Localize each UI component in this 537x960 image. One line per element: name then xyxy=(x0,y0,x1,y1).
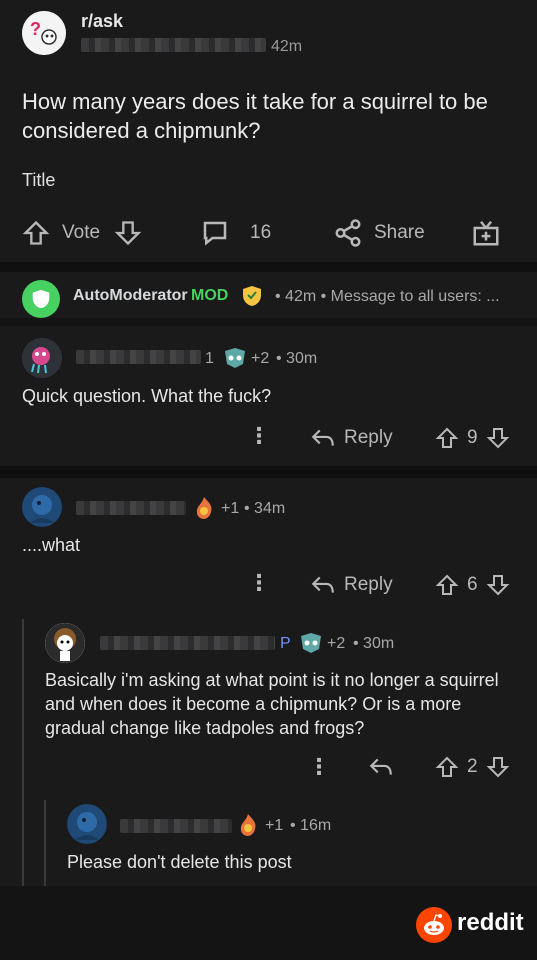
comment-text: Please don't delete this post xyxy=(67,852,292,872)
svg-text:?: ? xyxy=(30,19,41,39)
comment-bubble-icon xyxy=(203,221,227,246)
automod-username[interactable]: AutoModerator xyxy=(73,287,188,305)
upvote-button[interactable] xyxy=(22,213,50,253)
reddit-wordmark: reddit xyxy=(457,909,524,936)
automod-meta: • 42m • Message to all users: ... xyxy=(275,288,500,305)
reply-button[interactable] xyxy=(368,752,394,782)
comment-score: 2 xyxy=(467,756,478,777)
comments-button[interactable] xyxy=(200,213,230,253)
share-label: Share xyxy=(374,222,425,243)
comment-karma: +2 xyxy=(251,350,270,367)
comment-text: ....what xyxy=(22,535,81,555)
redacted-username xyxy=(76,501,186,515)
redacted-username xyxy=(100,636,275,650)
reply-label: Reply xyxy=(344,574,393,595)
reply-button[interactable]: Reply xyxy=(310,570,393,600)
post-card: ? r/ask 42m How many years does it take … xyxy=(0,0,537,262)
thread-line[interactable] xyxy=(44,800,46,886)
downvote-arrow-icon[interactable] xyxy=(486,755,510,779)
comment-score: 6 xyxy=(467,574,478,595)
reply-label: Reply xyxy=(344,427,393,448)
reply-arrow-icon xyxy=(311,576,334,593)
upvote-arrow-icon[interactable] xyxy=(435,573,459,597)
commenter-avatar[interactable] xyxy=(22,487,62,527)
award-badge-icon xyxy=(298,631,324,660)
redacted-username xyxy=(81,38,266,52)
comment-score: 9 xyxy=(467,427,478,448)
upvote-arrow-icon xyxy=(22,220,50,245)
reply-button[interactable]: Reply xyxy=(310,423,393,453)
comment-time: • 16m xyxy=(290,817,332,834)
comments-area: 1 +2 • 30m Quick question. What the fuck… xyxy=(0,326,537,886)
comment-vote-controls: 9 xyxy=(435,423,510,453)
upvote-arrow-icon[interactable] xyxy=(435,755,459,779)
reply-arrow-icon xyxy=(369,758,392,775)
user-flair: 1 xyxy=(205,350,214,367)
post-title[interactable]: How many years does it take for a squirr… xyxy=(22,87,517,145)
reddit-logo-icon xyxy=(416,907,452,943)
commenter-avatar[interactable] xyxy=(22,338,62,378)
section-divider xyxy=(0,262,537,272)
downvote-arrow-icon[interactable] xyxy=(486,573,510,597)
comment-time: • 34m xyxy=(244,500,286,517)
shield-icon xyxy=(22,280,60,318)
subreddit-avatar[interactable]: ? xyxy=(22,11,66,55)
share-icon xyxy=(335,219,361,247)
comment-karma: +1 xyxy=(265,817,284,834)
user-flair: P xyxy=(280,635,291,652)
reply-arrow-icon xyxy=(311,429,334,446)
redacted-username xyxy=(76,350,201,364)
award-badge-icon xyxy=(222,346,248,375)
commenter-avatar[interactable] xyxy=(45,623,85,663)
comment-count: 16 xyxy=(250,222,272,243)
mod-tag: MOD xyxy=(191,287,229,304)
upvote-arrow-icon[interactable] xyxy=(435,426,459,450)
downvote-button[interactable] xyxy=(114,213,142,253)
gift-icon xyxy=(473,220,499,246)
award-button[interactable] xyxy=(471,213,501,253)
subreddit-name[interactable]: r/ask xyxy=(81,11,123,32)
automod-comment-collapsed[interactable]: AutoModerator MOD • 42m • Message to all… xyxy=(0,272,537,318)
comment-separator xyxy=(0,466,537,478)
comment-text: Basically i'm asking at what point is it… xyxy=(45,670,499,738)
downvote-arrow-icon xyxy=(114,221,142,246)
commenter-avatar[interactable] xyxy=(67,804,107,844)
comment-time: • 30m xyxy=(276,350,318,367)
downvote-arrow-icon[interactable] xyxy=(486,426,510,450)
comment-time: • 30m xyxy=(353,635,395,652)
comment-karma: +1 xyxy=(221,500,240,517)
thread-line[interactable] xyxy=(22,619,24,886)
share-button[interactable] xyxy=(333,213,363,253)
flame-award-icon xyxy=(235,812,261,843)
more-options-icon[interactable]: ⋮ xyxy=(308,754,330,780)
mod-shield-badge-icon xyxy=(240,284,264,313)
post-body: Title xyxy=(22,170,56,190)
vote-label: Vote xyxy=(62,222,101,243)
comment-vote-controls: 2 xyxy=(435,752,510,782)
more-options-icon[interactable]: ⋮ xyxy=(248,423,270,449)
comment-vote-controls: 6 xyxy=(435,570,510,600)
comment-karma: +2 xyxy=(327,635,346,652)
more-options-icon[interactable]: ⋮ xyxy=(248,570,270,596)
comment-text: Quick question. What the fuck? xyxy=(22,386,272,406)
post-action-bar: Vote 16 Share xyxy=(0,213,537,253)
post-time: 42m xyxy=(271,38,303,55)
redacted-username xyxy=(120,819,232,833)
flame-award-icon xyxy=(191,495,217,526)
